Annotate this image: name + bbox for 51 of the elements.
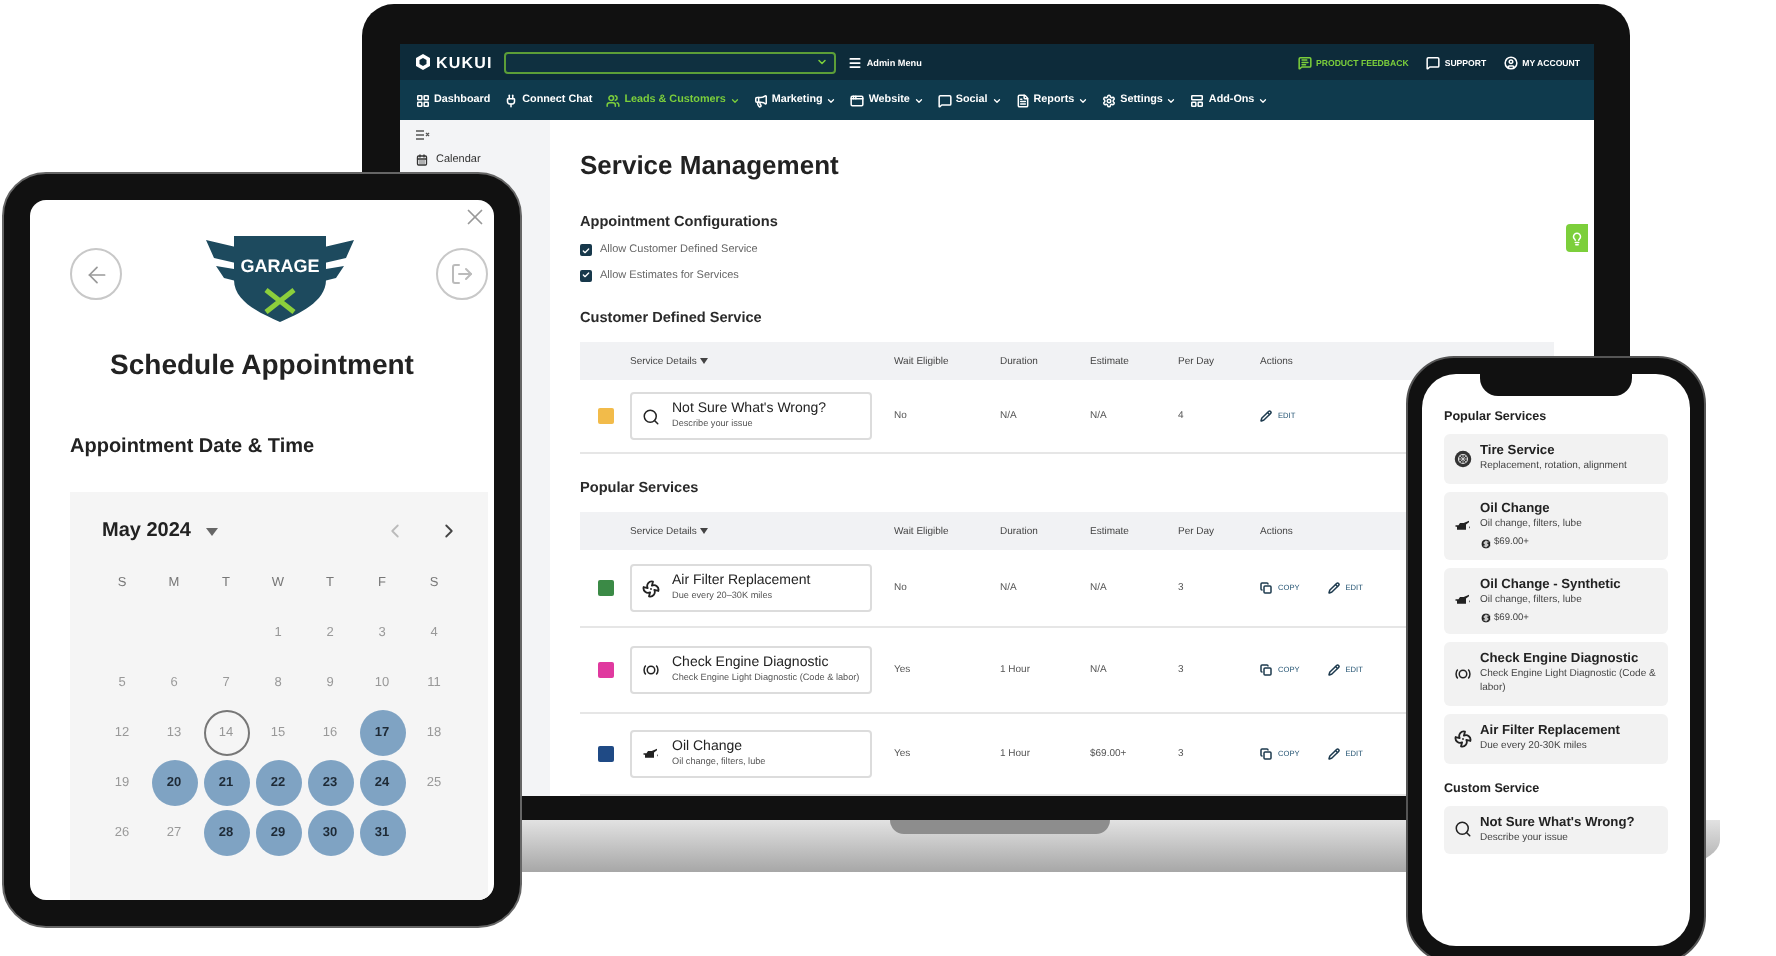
- megaphone-icon: [753, 93, 768, 107]
- pencil-icon: [1260, 410, 1272, 423]
- fan-icon: [642, 579, 660, 598]
- exit-door-icon: [450, 262, 474, 286]
- engine-light-icon: [642, 664, 660, 677]
- people-icon: [606, 93, 621, 107]
- oil-can-icon: [642, 748, 660, 761]
- calendar-icon: [416, 154, 428, 166]
- month-label: May 2024: [102, 520, 191, 542]
- logo-text: GARAGE: [239, 256, 319, 276]
- brand-name: KUKUI: [436, 53, 493, 71]
- collapse-menu-icon: [416, 130, 430, 140]
- fan-icon: [1454, 729, 1472, 748]
- select-field[interactable]: [504, 51, 837, 73]
- document-icon: [1015, 93, 1030, 107]
- section-title: Appointment Date & Time: [70, 436, 315, 458]
- dialog-title: Schedule Appointment: [110, 348, 414, 380]
- dollar-coin-icon: [1480, 537, 1492, 549]
- checkbox[interactable]: [580, 244, 592, 257]
- window-icon: [850, 93, 865, 107]
- plug-icon: [504, 93, 519, 107]
- pencil-icon: [1327, 748, 1340, 761]
- chevron-icon: [816, 56, 829, 68]
- hexagon-logo-icon: [416, 54, 430, 70]
- grid-icon: [416, 93, 430, 107]
- pencil-icon: [1327, 582, 1340, 595]
- feedback-icon: [1298, 55, 1313, 69]
- menu-icon: [848, 55, 863, 69]
- close-button[interactable]: [462, 204, 488, 230]
- dollar-coin-icon: [1480, 612, 1492, 625]
- page-title: Service Management: [580, 150, 841, 180]
- oil-can-icon: [1454, 519, 1472, 532]
- checkbox[interactable]: [580, 269, 592, 282]
- tire-icon: [1454, 449, 1472, 468]
- chat-bubble-icon: [1426, 55, 1441, 69]
- user-icon: [1504, 55, 1519, 69]
- chat-bubble-icon: [937, 93, 952, 107]
- search-icon: [642, 407, 660, 426]
- copy-icon: [1260, 748, 1272, 761]
- copy-icon: [1260, 664, 1272, 677]
- search-icon: [1454, 820, 1472, 839]
- copy-icon: [1260, 582, 1272, 595]
- settings-icon: [1102, 93, 1117, 107]
- lightbulb-icon: [1570, 231, 1584, 245]
- panel-icon: [1190, 93, 1205, 107]
- close-icon: [462, 204, 488, 230]
- engine-light-icon: [1454, 667, 1472, 680]
- arrow-left-icon: [83, 261, 109, 287]
- pencil-icon: [1327, 664, 1340, 677]
- oil-can-icon: [1454, 594, 1472, 607]
- dropdown-caret-icon[interactable]: [206, 527, 219, 535]
